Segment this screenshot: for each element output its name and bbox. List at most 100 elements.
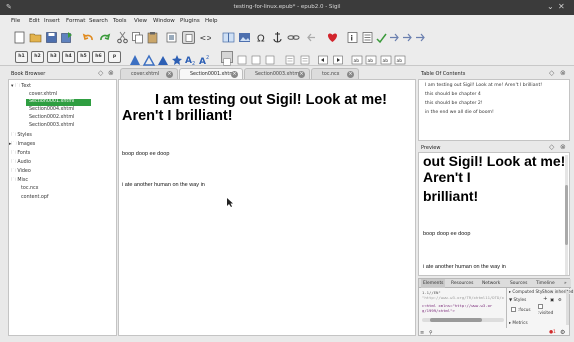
undo-icon[interactable] <box>82 31 95 44</box>
inspector-tab-timeline[interactable]: Timeline <box>536 281 555 286</box>
metadata-editor-icon[interactable]: i <box>346 31 359 44</box>
menu-tools[interactable]: Tools <box>113 18 127 24</box>
heading-4-button[interactable]: h4 <box>62 51 75 63</box>
heading-3-button[interactable]: h3 <box>47 51 60 63</box>
toc-item[interactable]: this should be chapter 4 <box>425 92 481 97</box>
align-center-icon[interactable] <box>236 51 248 65</box>
styles-section[interactable]: ▼ Styles <box>509 297 526 302</box>
numbered-list-icon[interactable] <box>299 51 311 65</box>
font-color-icon[interactable] <box>142 51 156 66</box>
folder-fonts[interactable]: 🗀 Fonts <box>11 150 30 158</box>
heading-2-button[interactable]: h2 <box>31 51 44 63</box>
file-item-selected[interactable]: Section0001.xhtml <box>26 99 91 106</box>
decrease-indent-icon[interactable] <box>317 51 329 65</box>
new-file-icon[interactable] <box>13 31 26 44</box>
tab-cover[interactable]: cover.xhtml × <box>120 68 178 79</box>
menu-edit[interactable]: Edit <box>29 18 40 24</box>
plugin-1-icon[interactable] <box>401 31 414 44</box>
validate-icon[interactable] <box>388 31 401 44</box>
tab-toc-ncx[interactable]: toc.ncx × <box>311 68 359 79</box>
menu-window[interactable]: Window <box>153 18 175 24</box>
toc-item[interactable]: in the end we all die of boom! <box>425 110 494 115</box>
error-count-badge[interactable]: ●1 <box>549 330 556 335</box>
metrics-section[interactable]: ▸ Metrics <box>509 320 528 325</box>
folder-video[interactable]: 🗀 Video <box>11 168 31 176</box>
toc-editor-icon[interactable] <box>361 31 374 44</box>
code-tag-3-icon[interactable]: ab <box>380 51 392 65</box>
panel-float-icon[interactable]: ◇ <box>549 69 554 77</box>
file-item[interactable]: cover.xhtml <box>29 92 57 97</box>
split-view-icon[interactable] <box>222 31 235 44</box>
insert-id-icon[interactable] <box>271 31 284 44</box>
superscript-icon[interactable]: A2 <box>199 51 211 67</box>
paragraph-button[interactable]: p <box>108 51 121 63</box>
paste-icon[interactable] <box>146 31 159 44</box>
panel-close-icon[interactable]: ⊗ <box>560 143 566 151</box>
menu-search[interactable]: Search <box>89 18 108 24</box>
close-tab-icon[interactable]: × <box>166 70 173 78</box>
spellcheck-icon[interactable] <box>375 31 388 44</box>
settings-gear-icon[interactable]: ⚙ <box>560 329 565 336</box>
toc-item[interactable]: this should be chapter 2! <box>425 101 483 106</box>
panel-close-icon[interactable]: ⊗ <box>108 69 114 77</box>
menu-insert[interactable]: Insert <box>44 18 60 24</box>
plugin-2-icon[interactable] <box>414 31 427 44</box>
save-icon[interactable] <box>45 31 58 44</box>
code-tag-4-icon[interactable]: ab <box>394 51 406 65</box>
panel-close-icon[interactable]: ⊗ <box>560 69 566 77</box>
inspector-tab-elements[interactable]: Elements <box>421 279 446 288</box>
code-tag-2-icon[interactable]: ab <box>365 51 377 65</box>
inspector-tab-resources[interactable]: Resources <box>451 281 473 286</box>
font-decrease-icon[interactable] <box>129 51 141 65</box>
heading-1-button[interactable]: h1 <box>15 51 28 63</box>
close-tab-icon[interactable]: × <box>347 70 354 78</box>
file-item[interactable]: Section0004.xhtml <box>29 107 74 112</box>
file-item[interactable]: content.opf <box>21 195 49 200</box>
expand-arrow-icon[interactable]: ▾ <box>11 84 13 89</box>
search-icon[interactable]: ⚲ <box>429 330 433 336</box>
panel-float-icon[interactable]: ◇ <box>98 69 103 77</box>
book-view-icon[interactable] <box>182 31 195 44</box>
file-item[interactable]: toc.ncx <box>21 186 39 191</box>
tab-section0003[interactable]: Section0003.xhtml × <box>244 68 310 79</box>
folder-text[interactable]: ▾ 🗀 Text <box>11 83 31 91</box>
insert-image-icon[interactable] <box>238 31 251 44</box>
align-right-icon[interactable] <box>250 51 262 65</box>
menu-view[interactable]: View <box>134 18 147 24</box>
bullet-list-icon[interactable] <box>284 51 296 65</box>
preview-scrollbar[interactable] <box>565 155 568 275</box>
code-scrollbar[interactable] <box>422 318 504 322</box>
insert-special-char-icon[interactable]: Ω <box>255 31 268 45</box>
donate-heart-icon[interactable] <box>326 31 339 44</box>
save-copy-icon[interactable] <box>60 31 73 44</box>
close-tab-icon[interactable]: × <box>298 70 305 78</box>
cut-icon[interactable] <box>116 31 129 44</box>
close-tab-icon[interactable]: × <box>231 70 238 78</box>
tab-section0001[interactable]: Section0001.xhtml × <box>179 68 243 79</box>
style-settings-icon[interactable]: ⚙ <box>558 297 562 302</box>
inspector-more-icon[interactable]: » <box>564 281 567 286</box>
file-item[interactable]: Section0003.xhtml <box>29 123 74 128</box>
redo-icon[interactable] <box>98 31 111 44</box>
dock-icon[interactable]: ≡ <box>420 330 424 336</box>
code-view-icon[interactable]: <> <box>198 31 212 44</box>
inspector-tab-sources[interactable]: Sources <box>510 281 527 286</box>
add-style-icon[interactable]: + <box>543 296 548 302</box>
menu-format[interactable]: Format <box>66 18 85 24</box>
star-icon[interactable] <box>171 51 183 65</box>
focus-checkbox[interactable] <box>511 307 516 312</box>
open-folder-icon[interactable] <box>29 31 42 44</box>
copy-icon[interactable] <box>131 31 144 44</box>
folder-styles[interactable]: 🗀 Styles <box>11 132 32 140</box>
menu-help[interactable]: Help <box>205 18 218 24</box>
computed-style-section[interactable]: ▸ Computed Style <box>509 289 546 294</box>
code-tag-1-icon[interactable]: ab <box>351 51 363 65</box>
book-view-editor[interactable]: I am testing out Sigil! Look at me! Aren… <box>118 79 416 336</box>
paste-special-icon[interactable] <box>165 31 178 44</box>
folder-images[interactable]: ▸🗀 Images <box>9 141 35 149</box>
subscript-icon[interactable]: A2 <box>185 51 197 67</box>
heading-5-button[interactable]: h5 <box>77 51 90 63</box>
folder-audio[interactable]: 🗀 Audio <box>11 159 31 167</box>
toc-item[interactable]: I am testing out Sigil! Look at me! Aren… <box>425 83 542 88</box>
text-bold-icon[interactable] <box>157 51 169 65</box>
